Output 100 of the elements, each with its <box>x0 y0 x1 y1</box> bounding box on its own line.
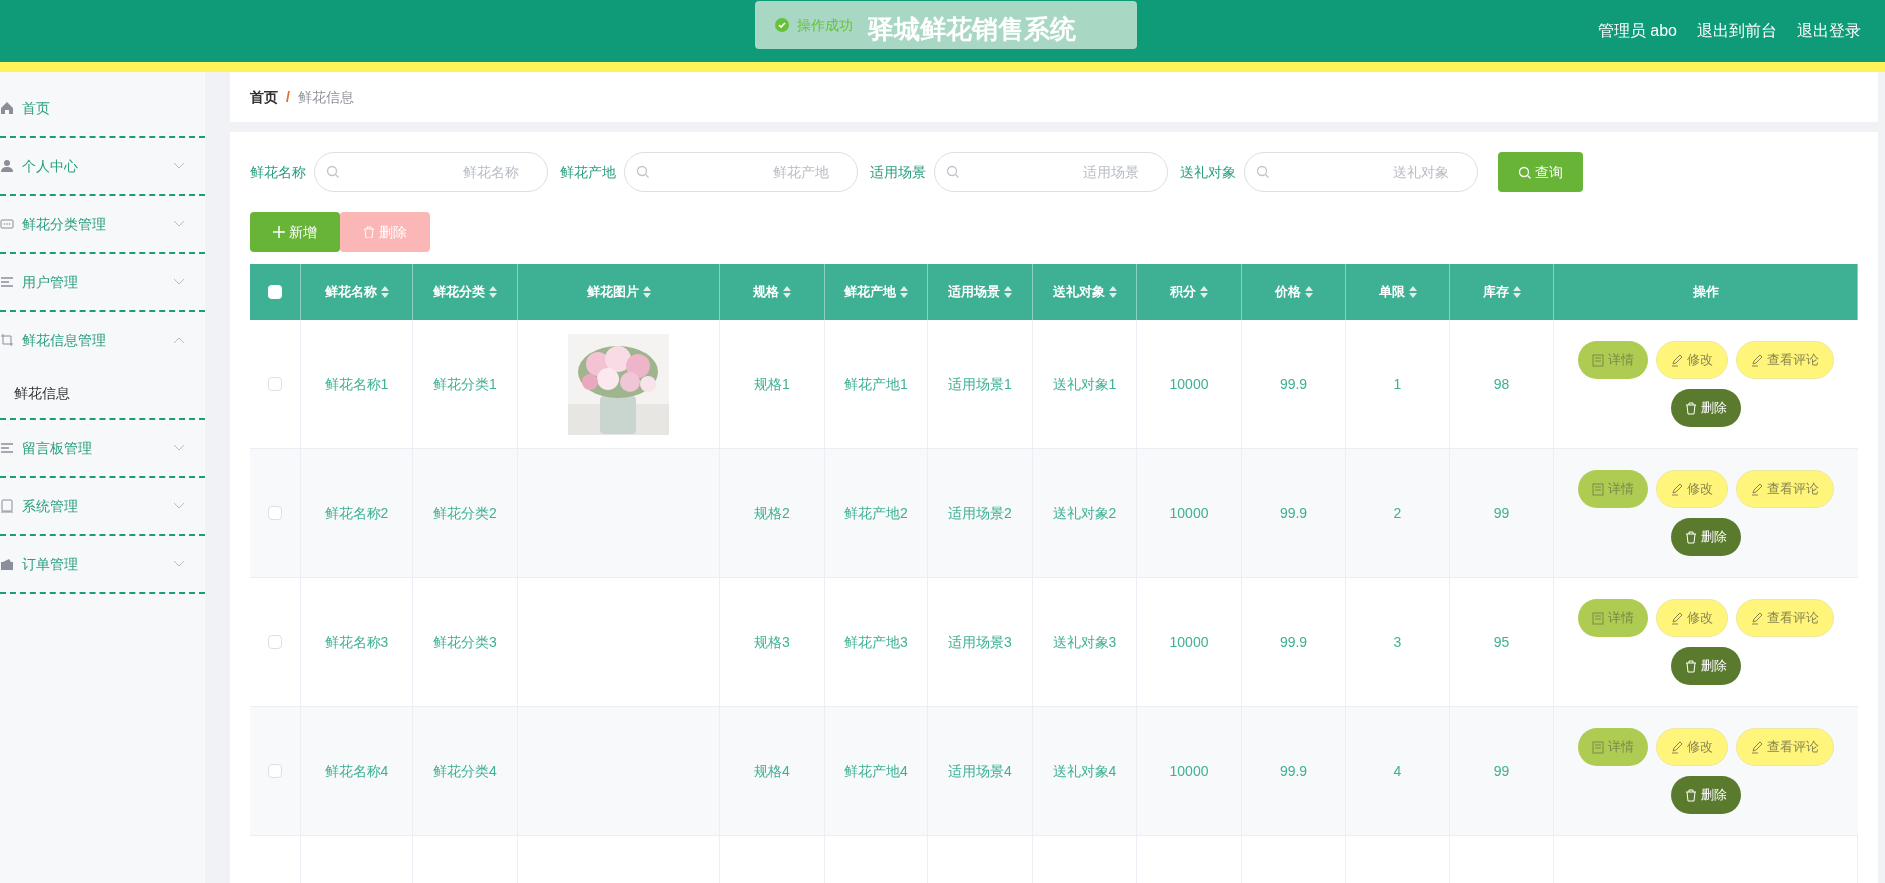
header-link[interactable]: 管理员 abo <box>1597 19 1677 43</box>
user-icon <box>0 159 14 173</box>
header-link[interactable]: 退出登录 <box>1797 19 1861 43</box>
list-icon <box>0 275 14 289</box>
home-icon <box>0 101 14 115</box>
table-cell-text: 鲜花分类2 <box>433 503 497 523</box>
table-cell-text: 10000 <box>1169 632 1209 652</box>
pencil-icon <box>1751 482 1763 496</box>
document-icon <box>1592 353 1604 367</box>
details-button[interactable]: 详情 <box>1578 599 1648 637</box>
table-cell-text: 鲜花产地2 <box>844 503 908 523</box>
document-icon <box>1592 611 1604 625</box>
checkbox[interactable] <box>268 285 282 299</box>
table-cell-text: 送礼对象4 <box>1052 761 1117 781</box>
sidebar-item[interactable]: 用户管理 <box>0 254 205 310</box>
table-cell-text: 鲜花名称4 <box>324 761 389 781</box>
table-cell-text: 99 <box>1493 503 1510 523</box>
sort-icon <box>642 286 651 298</box>
wallet-icon <box>0 557 14 571</box>
table-cell-text: 4 <box>1393 761 1402 781</box>
table-cell-text: 鲜花分类4 <box>433 761 497 781</box>
sort-icon <box>1512 286 1521 298</box>
search-field[interactable]: 送礼对象 <box>1244 152 1478 192</box>
delete-button[interactable]: 删除 <box>1671 647 1741 685</box>
app-title: 驿城鲜花销售系统 <box>868 13 1076 46</box>
table-cell-text: 99.9 <box>1279 374 1308 394</box>
field-label: 鲜花名称 <box>250 162 306 182</box>
delete-button[interactable]: 删除 <box>1671 776 1741 814</box>
search-field[interactable]: 鲜花名称 <box>314 152 548 192</box>
sort-icon <box>1408 286 1417 298</box>
sort-icon <box>900 286 908 298</box>
edit-button[interactable]: 修改 <box>1656 599 1728 637</box>
trash-icon <box>1685 401 1697 415</box>
edit-button[interactable]: 修改 <box>1656 470 1728 508</box>
document-icon <box>1592 482 1604 496</box>
breadcrumb-item[interactable]: 首页 <box>250 86 278 108</box>
breadcrumb-item: 鲜花信息 <box>297 87 354 107</box>
table-cell-text: 99.9 <box>1279 503 1308 523</box>
details-button[interactable]: 详情 <box>1578 470 1648 508</box>
search-icon <box>946 165 959 178</box>
checkbox[interactable] <box>268 377 282 391</box>
table-cell-text: 鲜花名称1 <box>324 374 389 394</box>
details-button[interactable]: 详情 <box>1578 341 1648 379</box>
table-cell-text: 适用场景4 <box>948 761 1012 781</box>
edit-button[interactable]: 修改 <box>1656 341 1728 379</box>
header-link[interactable]: 退出到前台 <box>1697 19 1777 43</box>
edit-button[interactable]: 修改 <box>1656 728 1728 766</box>
table-cell-text: 10000 <box>1169 503 1209 523</box>
comments-button[interactable]: 查看评论 <box>1736 728 1834 766</box>
chevron-down-icon <box>173 502 185 510</box>
sort-icon <box>1004 286 1012 298</box>
plus-icon <box>273 226 285 238</box>
sidebar-item[interactable]: 留言板管理 <box>0 420 205 476</box>
sidebar-subitem[interactable]: 鲜花信息 <box>0 368 205 418</box>
sidebar-item[interactable]: 个人中心 <box>0 138 205 194</box>
table-cell-text: 适用场景3 <box>948 632 1012 652</box>
table-cell-text: 鲜花产地1 <box>844 374 908 394</box>
comments-button[interactable]: 查看评论 <box>1736 341 1834 379</box>
field-label: 鲜花产地 <box>560 162 616 182</box>
trash-icon <box>1685 530 1697 544</box>
search-field[interactable]: 鲜花产地 <box>624 152 858 192</box>
sidebar-item[interactable]: 订单管理 <box>0 536 205 592</box>
delete-button[interactable]: 删除 <box>1671 389 1741 427</box>
trash-icon <box>363 226 375 238</box>
checkbox[interactable] <box>268 635 282 649</box>
table-cell-text: 3 <box>1393 632 1402 652</box>
table-cell-text: 10000 <box>1169 761 1209 781</box>
breadcrumb-separator: / <box>286 87 290 107</box>
table-cell-text: 规格4 <box>754 761 790 781</box>
table-cell-text: 鲜花分类1 <box>433 374 497 394</box>
table-cell-text: 10000 <box>1169 374 1209 394</box>
table-cell-text: 鲜花分类3 <box>433 632 497 652</box>
pencil-icon <box>1751 611 1763 625</box>
sort-icon <box>1304 286 1313 298</box>
sort-icon <box>489 286 497 298</box>
document-icon <box>1592 740 1604 754</box>
sidebar-item[interactable]: 鲜花信息管理 <box>0 312 205 368</box>
sidebar-item[interactable]: 首页 <box>0 80 205 136</box>
chevron-down-icon <box>173 444 185 452</box>
table-cell-text: 98 <box>1493 374 1510 394</box>
trash-icon <box>1685 659 1697 673</box>
table-cell-text: 鲜花产地4 <box>844 761 908 781</box>
pencil-icon <box>1751 740 1763 754</box>
comments-button[interactable]: 查看评论 <box>1736 470 1834 508</box>
sidebar-item[interactable]: 鲜花分类管理 <box>0 196 205 252</box>
details-button[interactable]: 详情 <box>1578 728 1648 766</box>
add-button[interactable]: 新增 <box>250 212 340 252</box>
list-icon <box>0 441 14 455</box>
search-button[interactable]: 查询 <box>1498 152 1583 192</box>
checkbox[interactable] <box>268 506 282 520</box>
crop-icon <box>0 333 14 347</box>
sidebar-item[interactable]: 系统管理 <box>0 478 205 534</box>
checkbox[interactable] <box>268 764 282 778</box>
comments-button[interactable]: 查看评论 <box>1736 599 1834 637</box>
search-field[interactable]: 适用场景 <box>934 152 1168 192</box>
sort-icon <box>783 286 791 298</box>
success-icon <box>775 18 789 32</box>
delete-button[interactable]: 删除 <box>1671 518 1741 556</box>
sort-icon <box>1200 286 1208 298</box>
chat-icon <box>0 217 14 231</box>
